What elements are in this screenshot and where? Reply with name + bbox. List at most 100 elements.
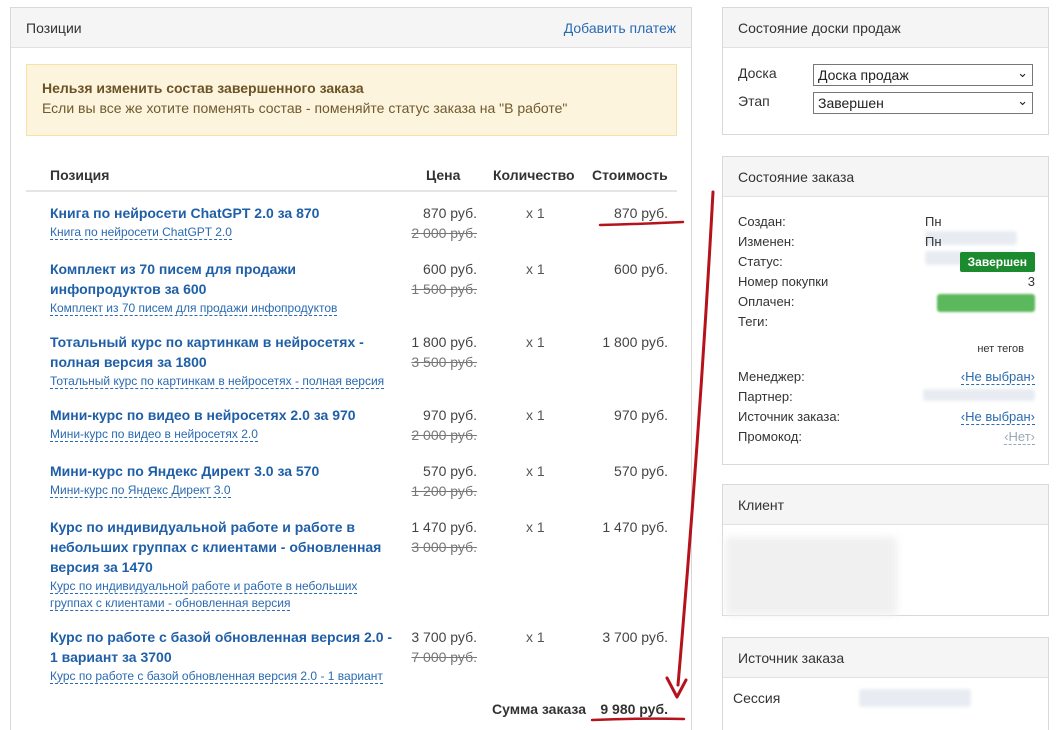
item-qty: x 1 bbox=[526, 629, 545, 645]
paid-label: Оплачен: bbox=[738, 294, 795, 309]
purchase-number-label: Номер покупки bbox=[738, 274, 829, 289]
positions-title: Позиции bbox=[26, 19, 82, 36]
item-name-link[interactable]: Книга по нейросети ChatGPT 2.0 за 870 bbox=[50, 203, 400, 223]
table-row: Книга по нейросети ChatGPT 2.0 за 870 Кн… bbox=[26, 203, 677, 243]
item-name-link[interactable]: Тотальный курс по картинкам в нейросетях… bbox=[50, 332, 400, 372]
item-old-price: 1 500 руб. bbox=[411, 281, 477, 297]
created-row: Создан: Пн bbox=[738, 214, 1035, 245]
paid-value bbox=[937, 294, 1035, 312]
item-name-link[interactable]: Мини-курс по Яндекс Директ 3.0 за 570 bbox=[50, 461, 400, 481]
alert-title: Нельзя изменить состав завершенного зака… bbox=[42, 80, 364, 96]
manager-label: Менеджер: bbox=[738, 369, 805, 384]
client-panel: Клиент bbox=[722, 484, 1049, 616]
partner-row: Партнер: bbox=[738, 389, 1035, 409]
promo-select-link[interactable]: ‹Нет› bbox=[1004, 429, 1035, 445]
stage-select-value: Завершен bbox=[818, 95, 884, 111]
status-badge: Завершен bbox=[959, 252, 1035, 272]
item-product-link[interactable]: Курс по индивидуальной работе и работе в… bbox=[50, 579, 358, 611]
manager-select-link[interactable]: ‹Не выбран› bbox=[960, 369, 1035, 385]
order-title: Состояние заказа bbox=[738, 168, 855, 185]
item-old-price: 1 200 руб. bbox=[411, 483, 477, 499]
item-qty: x 1 bbox=[526, 334, 545, 350]
item-name-link[interactable]: Курс по работе с базой обновленная верси… bbox=[50, 627, 400, 667]
stage-label: Этап bbox=[738, 93, 770, 109]
chevron-down-icon: ⌄ bbox=[1017, 65, 1028, 80]
col-position: Позиция bbox=[50, 167, 110, 183]
client-title: Клиент bbox=[738, 496, 785, 513]
order-total: Сумма заказа 9 980 руб. bbox=[26, 698, 677, 722]
partner-label: Партнер: bbox=[738, 389, 793, 404]
item-cost: 600 руб. bbox=[614, 261, 668, 277]
item-qty: x 1 bbox=[526, 205, 545, 221]
board-select-value: Доска продаж bbox=[818, 67, 909, 83]
item-qty: x 1 bbox=[526, 407, 545, 423]
positions-panel: Позиции Добавить платеж Нельзя изменить … bbox=[10, 7, 692, 730]
source-header: Источник заказа bbox=[723, 638, 1048, 678]
item-name-link[interactable]: Комплект из 70 писем для продажи инфопро… bbox=[50, 259, 400, 299]
item-name-link[interactable]: Курс по индивидуальной работе и работе в… bbox=[50, 517, 400, 577]
item-price: 570 руб. bbox=[423, 463, 477, 479]
item-product-link[interactable]: Книга по нейросети ChatGPT 2.0 bbox=[50, 225, 232, 240]
source-title: Источник заказа bbox=[738, 649, 845, 666]
purchase-number-row: Номер покупки 3 bbox=[738, 274, 1035, 294]
item-product-link[interactable]: Мини-курс по видео в нейросетях 2.0 bbox=[50, 427, 258, 442]
table-row: Курс по индивидуальной работе и работе в… bbox=[26, 517, 677, 613]
manager-row: Менеджер: ‹Не выбран› bbox=[738, 369, 1035, 389]
sales-board-panel: Состояние доски продаж Доска Доска прода… bbox=[722, 7, 1049, 135]
chevron-down-icon: ⌄ bbox=[1017, 93, 1028, 108]
add-payment-link[interactable]: Добавить платеж bbox=[564, 20, 676, 36]
table-row: Курс по работе с базой обновленная верси… bbox=[26, 627, 677, 684]
positions-table-header: Позиция Цена Количество Стоимость bbox=[26, 160, 677, 192]
board-select[interactable]: Доска продаж ⌄ bbox=[813, 64, 1033, 86]
no-tags-text: нет тегов bbox=[977, 343, 1024, 355]
promo-row: Промокод: ‹Нет› bbox=[738, 429, 1035, 449]
client-info-redacted bbox=[725, 537, 897, 615]
created-label: Создан: bbox=[738, 214, 786, 229]
item-cost: 3 700 руб. bbox=[602, 629, 668, 645]
item-old-price: 3 500 руб. bbox=[411, 354, 477, 370]
stage-select[interactable]: Завершен ⌄ bbox=[813, 92, 1033, 114]
board-header: Состояние доски продаж bbox=[723, 8, 1048, 48]
source-select-link[interactable]: ‹Не выбран› bbox=[960, 409, 1035, 425]
item-cost: 570 руб. bbox=[614, 463, 668, 479]
item-product-link[interactable]: Тотальный курс по картинкам в нейросетях… bbox=[50, 374, 385, 389]
item-old-price: 2 000 руб. bbox=[411, 427, 477, 443]
purchase-number-value: 3 bbox=[1027, 274, 1035, 289]
table-row: Мини-курс по Яндекс Директ 3.0 за 570 Ми… bbox=[26, 461, 677, 501]
source-label: Источник заказа: bbox=[738, 409, 841, 424]
item-product-link[interactable]: Комплект из 70 писем для продажи инфопро… bbox=[50, 301, 338, 316]
board-label: Доска bbox=[738, 65, 777, 81]
partner-value[interactable] bbox=[923, 389, 1035, 404]
item-cost: 870 руб. bbox=[614, 205, 668, 221]
table-row: Тотальный курс по картинкам в нейросетях… bbox=[26, 332, 677, 389]
client-header: Клиент bbox=[723, 485, 1048, 525]
item-price: 3 700 руб. bbox=[411, 629, 477, 645]
col-price: Цена bbox=[426, 167, 461, 183]
completed-order-alert: Нельзя изменить состав завершенного зака… bbox=[26, 64, 677, 136]
item-product-link[interactable]: Курс по работе с базой обновленная верси… bbox=[50, 669, 383, 684]
item-price: 1 470 руб. bbox=[411, 519, 477, 535]
status-row: Статус: Завершен bbox=[738, 252, 1035, 274]
order-source-panel: Источник заказа Сессия bbox=[722, 637, 1049, 730]
item-product-link[interactable]: Мини-курс по Яндекс Директ 3.0 bbox=[50, 483, 231, 498]
item-old-price: 3 000 руб. bbox=[411, 539, 477, 555]
item-qty: x 1 bbox=[526, 463, 545, 479]
total-value: 9 980 руб. bbox=[600, 701, 668, 717]
order-state-panel: Состояние заказа Создан: Пн Изменен: Пн … bbox=[722, 156, 1049, 465]
item-price: 870 руб. bbox=[423, 205, 477, 221]
changed-label: Изменен: bbox=[738, 234, 795, 249]
item-old-price: 2 000 руб. bbox=[411, 225, 477, 241]
tags-row: Теги: bbox=[738, 314, 1035, 334]
alert-text: Если вы все же хотите поменять состав - … bbox=[42, 100, 568, 116]
item-name-link[interactable]: Мини-курс по видео в нейросетях 2.0 за 9… bbox=[50, 405, 400, 425]
item-cost: 970 руб. bbox=[614, 407, 668, 423]
item-qty: x 1 bbox=[526, 519, 545, 535]
positions-header: Позиции Добавить платеж bbox=[11, 8, 691, 48]
item-price: 1 800 руб. bbox=[411, 334, 477, 350]
order-header: Состояние заказа bbox=[723, 157, 1048, 197]
session-label: Сессия bbox=[733, 690, 781, 706]
col-quantity: Количество bbox=[493, 167, 575, 183]
item-cost: 1 800 руб. bbox=[602, 334, 668, 350]
source-row: Источник заказа: ‹Не выбран› bbox=[738, 409, 1035, 429]
session-value bbox=[859, 689, 971, 707]
